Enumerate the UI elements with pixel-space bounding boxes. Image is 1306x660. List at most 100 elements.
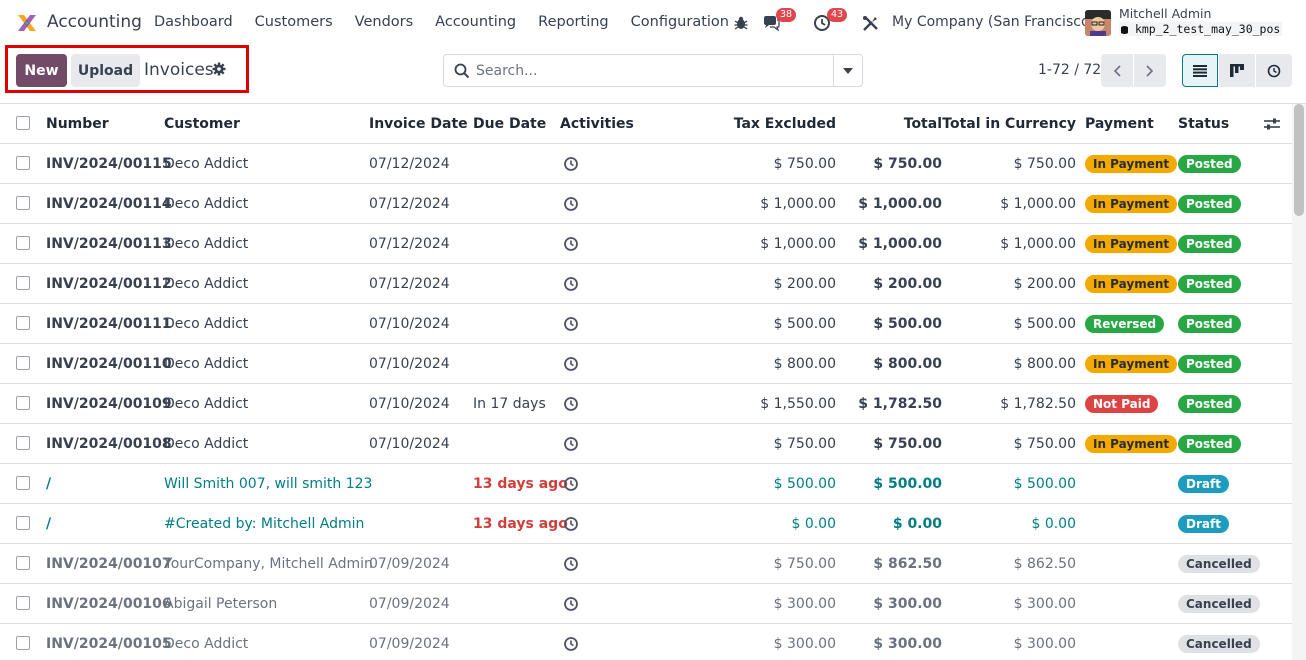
scrollbar[interactable] <box>1292 104 1306 660</box>
optional-columns-toggle[interactable] <box>1264 104 1280 143</box>
menu-customers[interactable]: Customers <box>255 14 333 30</box>
activity-button[interactable] <box>563 224 579 263</box>
list-view-button[interactable] <box>1182 54 1218 87</box>
row-checkbox[interactable] <box>16 596 30 610</box>
company-switch-button[interactable] <box>862 10 879 36</box>
search-options-toggle[interactable] <box>833 55 862 86</box>
accounting-logo-icon[interactable] <box>16 12 38 34</box>
menu-dashboard[interactable]: Dashboard <box>154 14 233 30</box>
status-badge: Posted <box>1178 354 1241 373</box>
new-button[interactable]: New <box>16 54 67 87</box>
tax-excluded: $ 500.00 <box>773 475 836 492</box>
table-row[interactable]: INV/2024/00111 Deco Addict 07/10/2024 $ 500… <box>0 304 1292 344</box>
column-due-date[interactable]: Due Date <box>473 104 546 143</box>
user-name[interactable]: Mitchell Admin <box>1119 6 1211 21</box>
status-badge: Posted <box>1178 234 1241 253</box>
activity-view-icon <box>1267 64 1281 77</box>
payment-badge: Reversed <box>1085 314 1165 333</box>
app-name[interactable]: Accounting <box>47 12 142 32</box>
table-row[interactable]: INV/2024/00107 YourCompany, Mitchell Admi… <box>0 544 1292 584</box>
select-all-checkbox[interactable] <box>16 116 30 130</box>
upload-button[interactable]: Upload <box>71 54 140 87</box>
table-row[interactable]: INV/2024/00113 Deco Addict 07/12/2024 $ 1,0… <box>0 224 1292 264</box>
table-row[interactable]: INV/2024/00106 Abigail Peterson 07/09/2024… <box>0 584 1292 624</box>
pager-next-button[interactable] <box>1134 54 1166 87</box>
table-row[interactable]: INV/2024/00112 Deco Addict 07/12/2024 $ 200… <box>0 264 1292 304</box>
activity-button[interactable] <box>563 504 579 543</box>
menu-vendors[interactable]: Vendors <box>355 14 414 30</box>
table-row[interactable]: INV/2024/00115 Deco Addict 07/12/2024 $ 750… <box>0 144 1292 184</box>
row-checkbox[interactable] <box>16 276 30 290</box>
status-badge: Cancelled <box>1178 554 1260 573</box>
row-checkbox[interactable] <box>16 396 30 410</box>
activity-button[interactable] <box>563 464 579 503</box>
due-date: 13 days ago <box>473 475 568 492</box>
tax-excluded: $ 1,550.00 <box>760 395 836 412</box>
table-header: Number Customer Invoice Date Due Date Ac… <box>0 104 1292 144</box>
row-checkbox[interactable] <box>16 316 30 330</box>
activity-view-button[interactable] <box>1256 54 1292 87</box>
column-activities[interactable]: Activities <box>560 104 634 143</box>
column-number[interactable]: Number <box>46 104 109 143</box>
column-total-in-currency[interactable]: Total in Currency <box>942 104 1076 143</box>
status-badge: Cancelled <box>1178 634 1260 653</box>
payment-badge: Not Paid <box>1085 394 1159 413</box>
table-row[interactable]: INV/2024/00109 Deco Addict 07/10/2024 In 17… <box>0 384 1292 424</box>
row-checkbox[interactable] <box>16 516 30 530</box>
search-input[interactable] <box>476 59 831 83</box>
pager-previous-button[interactable] <box>1101 54 1133 87</box>
row-checkbox[interactable] <box>16 556 30 570</box>
column-invoice-date[interactable]: Invoice Date <box>369 104 468 143</box>
column-tax-excluded[interactable]: Tax Excluded <box>700 104 836 143</box>
status-cell: Cancelled <box>1178 544 1260 583</box>
row-checkbox[interactable] <box>16 196 30 210</box>
table-row[interactable]: INV/2024/00108 Deco Addict 07/10/2024 $ 750… <box>0 424 1292 464</box>
debug-button[interactable] <box>733 10 749 36</box>
row-checkbox[interactable] <box>16 156 30 170</box>
activity-button[interactable] <box>563 264 579 303</box>
activity-button[interactable] <box>563 544 579 583</box>
activity-button[interactable] <box>563 384 579 423</box>
table-row[interactable]: / #Created by: Mitchell Admin 13 days ago $… <box>0 504 1292 544</box>
sliders-icon <box>1264 118 1280 129</box>
row-checkbox[interactable] <box>16 236 30 250</box>
activity-button[interactable] <box>563 144 579 183</box>
row-checkbox[interactable] <box>16 636 30 650</box>
avatar[interactable] <box>1085 10 1111 36</box>
activity-button[interactable] <box>563 624 579 660</box>
row-checkbox[interactable] <box>16 436 30 450</box>
kanban-view-button[interactable] <box>1219 54 1255 87</box>
activities-count-badge: 43 <box>827 8 848 22</box>
column-customer[interactable]: Customer <box>164 104 240 143</box>
gear-icon[interactable] <box>212 62 226 76</box>
menu-accounting[interactable]: Accounting <box>435 14 516 30</box>
invoice-date: 07/09/2024 <box>369 595 450 612</box>
invoice-date: 07/10/2024 <box>369 435 450 452</box>
list-view-icon <box>1193 64 1207 77</box>
activity-button[interactable] <box>563 584 579 623</box>
menu-reporting[interactable]: Reporting <box>538 14 609 30</box>
total: $ 1,000.00 <box>858 195 942 212</box>
column-payment[interactable]: Payment <box>1085 104 1154 143</box>
scrollbar-thumb[interactable] <box>1294 104 1304 216</box>
activity-button[interactable] <box>563 344 579 383</box>
customer-name: #Created by: Mitchell Admin <box>164 515 365 532</box>
messages-button[interactable]: 38 <box>762 8 802 36</box>
column-status[interactable]: Status <box>1178 104 1229 143</box>
pager-value[interactable]: 1-72 / 72 <box>1038 62 1101 78</box>
row-checkbox[interactable] <box>16 476 30 490</box>
table-row[interactable]: / Will Smith 007, will smith 123 13 days a… <box>0 464 1292 504</box>
activity-button[interactable] <box>563 304 579 343</box>
status-badge: Posted <box>1178 394 1241 413</box>
table-row[interactable]: INV/2024/00105 Deco Addict 07/09/2024 $ 300… <box>0 624 1292 660</box>
activity-button[interactable] <box>563 184 579 223</box>
menu-configuration[interactable]: Configuration <box>631 14 729 30</box>
activities-button[interactable]: 43 <box>813 8 853 36</box>
status-badge: Posted <box>1178 194 1241 213</box>
table-row[interactable]: INV/2024/00110 Deco Addict 07/10/2024 $ 800… <box>0 344 1292 384</box>
activity-button[interactable] <box>563 424 579 463</box>
column-total[interactable]: Total <box>842 104 942 143</box>
table-row[interactable]: INV/2024/00114 Deco Addict 07/12/2024 $ 1,0… <box>0 184 1292 224</box>
company-name[interactable]: My Company (San Francisco) <box>892 14 1095 30</box>
row-checkbox[interactable] <box>16 356 30 370</box>
